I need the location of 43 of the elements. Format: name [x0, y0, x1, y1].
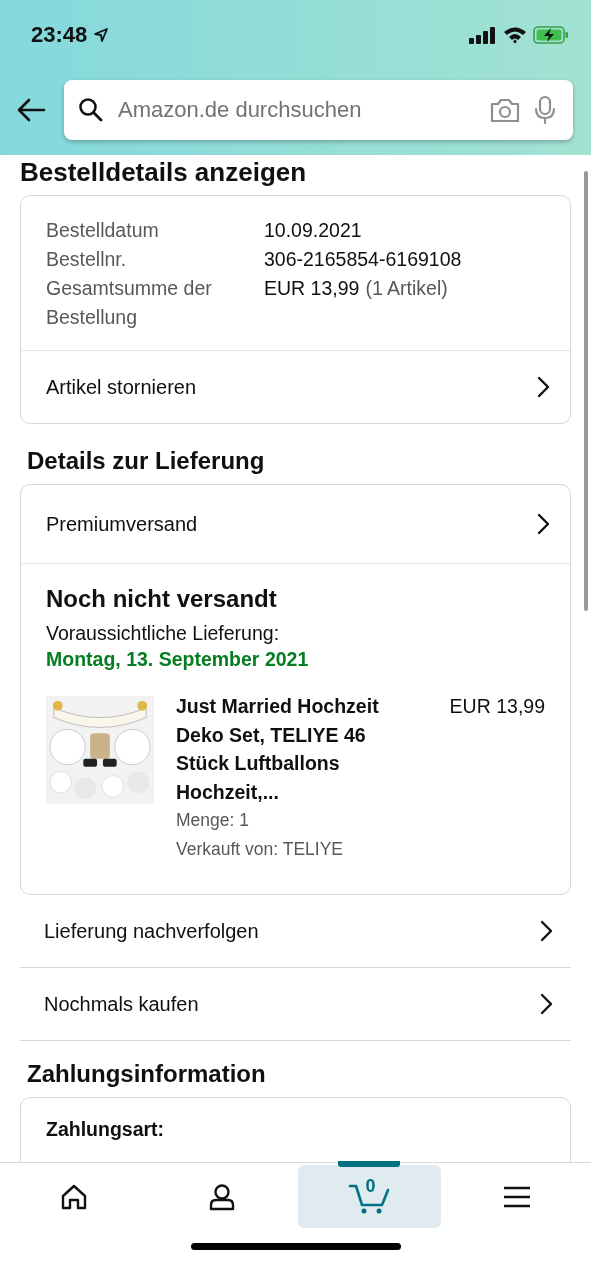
microphone-icon[interactable] [533, 95, 557, 125]
field-label: Bestellnr. [46, 247, 128, 272]
chevron-right-icon [536, 513, 550, 535]
field-label: Gesamtsumme der Bestellung [46, 276, 213, 330]
seller-text: Verkauft von: TELIYE [176, 838, 344, 861]
page-title: Bestelldetails anzeigen [20, 156, 308, 187]
row-label: Nochmals kaufen [44, 992, 199, 1016]
shipping-method-row[interactable]: Premiumversand [21, 485, 570, 564]
signal-icon [469, 26, 497, 44]
back-arrow-icon[interactable] [16, 98, 46, 122]
item-count: (1 Artikel) [365, 276, 448, 301]
action-row[interactable]: Nochmals kaufen [20, 968, 571, 1041]
chevron-right-icon [536, 376, 550, 398]
cart-count: 0 [365, 1175, 376, 1197]
camera-icon[interactable] [489, 97, 521, 123]
field-value: 10.09.2021 [264, 218, 362, 243]
search-bar[interactable]: Amazon.de durchsuchen [64, 80, 573, 140]
status-time: 23:48 [31, 21, 88, 49]
expected-delivery-date: Montag, 13. September 2021 [46, 647, 310, 672]
item-price: EUR 13,99 [449, 694, 545, 719]
quantity-text: Menge: 1 [176, 809, 250, 832]
product-title[interactable]: Just Married Hochzeit Deko Set, TELIYE 46 Stück Luftballons Hochzeit,... [176, 692, 414, 806]
search-icon [78, 97, 104, 123]
field-value: 306-2165854-6169108 [264, 247, 462, 272]
location-arrow-icon [93, 27, 110, 43]
menu-icon [503, 1185, 532, 1208]
row-label: Lieferung nachverfolgen [44, 919, 259, 943]
chevron-right-icon [539, 920, 553, 942]
row-label: Premiumversand [46, 512, 198, 536]
section-heading: Details zur Lieferung [27, 446, 266, 476]
battery-charging-icon [533, 26, 569, 44]
wifi-icon [503, 26, 527, 44]
row-label: Artikel stornieren [46, 375, 197, 399]
shipment-status: Noch nicht versandt [46, 584, 278, 614]
chevron-right-icon [539, 993, 553, 1015]
field-label: Bestelldatum [46, 218, 160, 243]
expected-delivery-label: Voraussichtliche Lieferung: [46, 621, 281, 646]
field-value: EUR 13,99 [264, 276, 360, 301]
action-row[interactable]: Lieferung nachverfolgen [20, 895, 571, 968]
payment-method-label: Zahlungsart: [46, 1118, 165, 1140]
cancel-items-row[interactable]: Artikel stornieren [21, 350, 570, 423]
section-heading: Zahlungsinformation [27, 1059, 267, 1089]
search-field[interactable]: Amazon.de durchsuchen [116, 96, 477, 124]
